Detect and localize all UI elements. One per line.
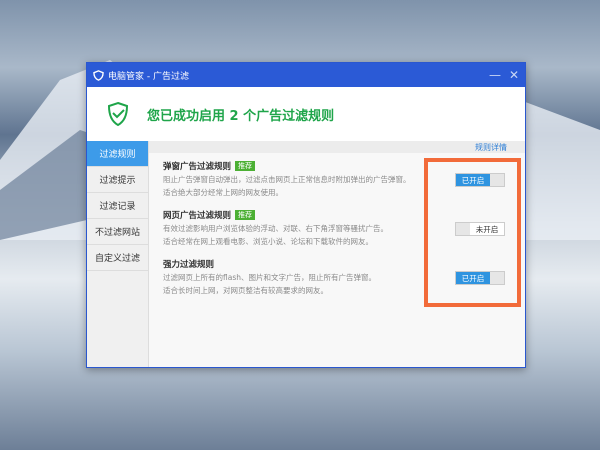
sidebar: 过滤规则 过滤提示 过滤记录 不过滤网站 自定义过滤 [87, 141, 149, 367]
status-message: 您已成功启用 2 个广告过滤规则 [147, 108, 335, 124]
sidebar-item-custom-filter[interactable]: 自定义过滤 [87, 245, 148, 271]
rule-name: 弹窗广告过滤规则 [163, 162, 232, 172]
recommended-badge: 推荐 [235, 210, 256, 220]
status-header: 您已成功启用 2 个广告过滤规则 [87, 87, 525, 141]
rule-details-link[interactable]: 规则详情 [475, 142, 507, 153]
sidebar-item-filter-rules[interactable]: 过滤规则 [87, 141, 148, 167]
recommended-badge: 推荐 [235, 161, 256, 171]
rule-name: 网页广告过滤规则 [163, 211, 232, 221]
sidebar-item-filter-log[interactable]: 过滤记录 [87, 193, 148, 219]
sidebar-item-filter-tips[interactable]: 过滤提示 [87, 167, 148, 193]
shield-logo-icon [93, 69, 104, 81]
window-title: 电脑管家 - 广告过滤 [108, 71, 189, 82]
title-bar: 电脑管家 - 广告过滤 — ✕ [87, 63, 525, 87]
shield-check-icon [107, 101, 129, 127]
highlight-box [424, 158, 521, 307]
sidebar-item-whitelist[interactable]: 不过滤网站 [87, 219, 148, 245]
rule-name: 强力过滤规则 [163, 260, 215, 270]
minimize-button[interactable]: — [489, 68, 501, 82]
close-button[interactable]: ✕ [509, 68, 519, 82]
